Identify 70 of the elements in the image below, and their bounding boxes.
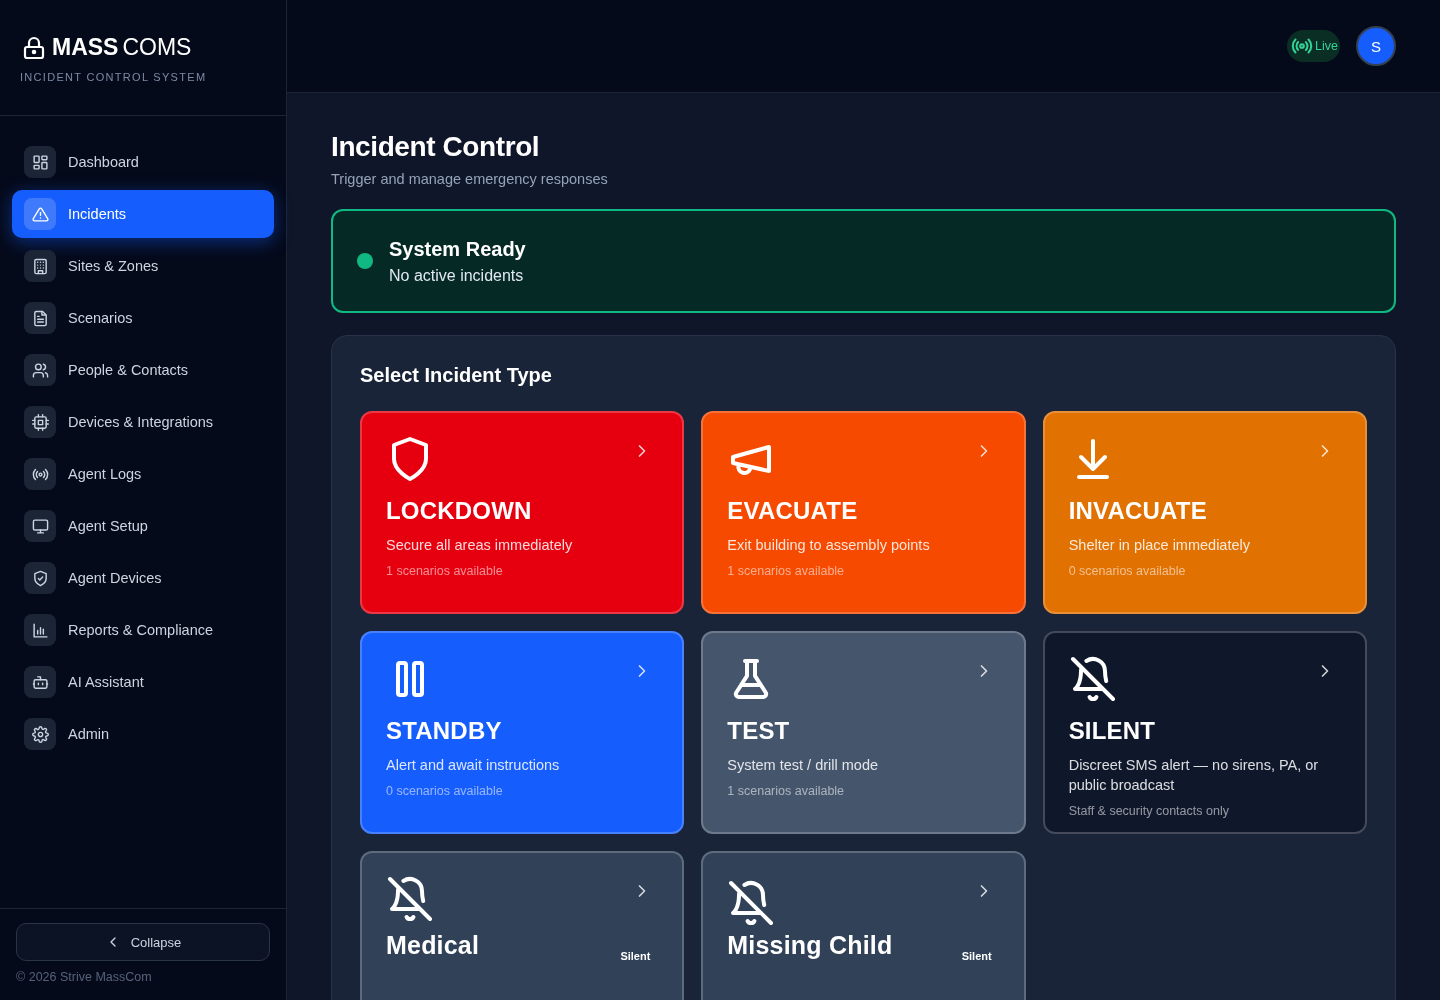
section-title: Select Incident Type bbox=[360, 364, 553, 387]
collapse-button[interactable]: Collapse bbox=[16, 923, 270, 961]
card-note: 0 scenarios available bbox=[1068, 564, 1187, 578]
copyright-text: © 2026 Strive MassCom bbox=[16, 970, 153, 984]
card-note: 1 scenarios available bbox=[727, 564, 846, 578]
incident-card[interactable]: SILENT Discreet SMS alert — no sirens, PA, or public broadcast Staff & security contacts only bbox=[1042, 631, 1367, 834]
nav-item[interactable]: Sites & Zones bbox=[12, 242, 274, 290]
incident-card[interactable]: Missing Child Silent bbox=[701, 851, 1026, 1000]
incident-card[interactable]: Medical Silent bbox=[360, 851, 685, 1000]
broadcast-icon bbox=[1291, 35, 1314, 57]
card-title: EVACUATE bbox=[727, 497, 859, 525]
nav-item[interactable]: AI Assistant bbox=[12, 658, 274, 706]
card-title: STANDBY bbox=[386, 717, 503, 745]
card-note: Staff & security contacts only bbox=[1068, 804, 1230, 818]
card-title: INVACUATE bbox=[1068, 497, 1208, 525]
card-description: Discreet SMS alert — no sirens, PA, or public broadcast bbox=[1068, 756, 1320, 795]
page-subtitle: Trigger and manage emergency responses bbox=[331, 171, 609, 187]
status-message: No active incidents bbox=[389, 266, 525, 285]
card-title: Missing Child bbox=[727, 931, 893, 960]
nav-item[interactable]: Dashboard bbox=[12, 138, 274, 186]
bar-chart-icon bbox=[31, 621, 49, 639]
incident-card[interactable]: TEST System test / drill mode 1 scenarios available bbox=[701, 631, 1026, 834]
status-dot bbox=[357, 253, 373, 269]
nav-item[interactable]: Reports & Compliance bbox=[12, 606, 274, 654]
nav-item[interactable]: Devices & Integrations bbox=[12, 398, 274, 446]
bell-off-icon bbox=[386, 875, 434, 923]
card-description: Shelter in place immediately bbox=[1068, 536, 1251, 555]
card-title: Medical bbox=[386, 931, 480, 960]
settings-icon bbox=[31, 725, 49, 743]
nav-item[interactable]: Agent Setup bbox=[12, 502, 274, 550]
chip-icon bbox=[31, 413, 49, 431]
incident-card[interactable]: EVACUATE Exit building to assembly points 1 scenarios available bbox=[701, 411, 1026, 614]
page-title: Incident Control bbox=[331, 131, 541, 163]
card-title: LOCKDOWN bbox=[386, 497, 533, 525]
monitor-icon bbox=[31, 517, 49, 535]
silent-label: Silent bbox=[961, 950, 992, 962]
nav-item[interactable]: Incidents bbox=[12, 190, 274, 238]
card-note: 1 scenarios available bbox=[386, 564, 504, 578]
nav-item[interactable]: Scenarios bbox=[12, 294, 274, 342]
user-avatar[interactable]: S bbox=[1356, 26, 1396, 66]
robot-icon bbox=[31, 673, 49, 691]
bell-off-icon bbox=[727, 879, 776, 927]
shield-check-icon bbox=[31, 569, 49, 587]
nav-item[interactable]: People & Contacts bbox=[12, 346, 274, 394]
brand-name: MASS bbox=[52, 34, 119, 61]
warning-icon bbox=[31, 205, 49, 223]
card-title: SILENT bbox=[1068, 717, 1157, 745]
card-note: 1 scenarios available bbox=[727, 784, 846, 798]
incident-card[interactable]: LOCKDOWN Secure all areas immediately 1 scenarios available bbox=[360, 411, 685, 614]
card-description: Alert and await instructions bbox=[386, 756, 561, 775]
nav-item[interactable]: Agent Logs bbox=[12, 450, 274, 498]
status-title: System Ready bbox=[389, 237, 526, 261]
lock-icon bbox=[22, 35, 46, 60]
building-icon bbox=[31, 257, 49, 275]
card-description: Secure all areas immediately bbox=[386, 536, 574, 555]
people-icon bbox=[31, 361, 49, 379]
nav-item[interactable]: Agent Devices bbox=[12, 554, 274, 602]
card-description: System test / drill mode bbox=[727, 756, 879, 775]
card-description: Exit building to assembly points bbox=[727, 536, 931, 555]
silent-label: Silent bbox=[620, 950, 651, 962]
card-title: TEST bbox=[727, 717, 791, 745]
live-badge: Live bbox=[1287, 30, 1340, 62]
incident-card[interactable]: STANDBY Alert and await instructions 0 scenarios available bbox=[360, 631, 685, 834]
brand-tagline: INCIDENT CONTROL SYSTEM bbox=[20, 71, 208, 83]
brand-name: COMS bbox=[122, 34, 192, 61]
nav-item[interactable]: Admin bbox=[12, 710, 274, 758]
dashboard-icon bbox=[31, 153, 49, 171]
bell-off-icon bbox=[1068, 655, 1117, 703]
document-icon bbox=[31, 309, 49, 327]
card-note: 0 scenarios available bbox=[386, 784, 504, 798]
